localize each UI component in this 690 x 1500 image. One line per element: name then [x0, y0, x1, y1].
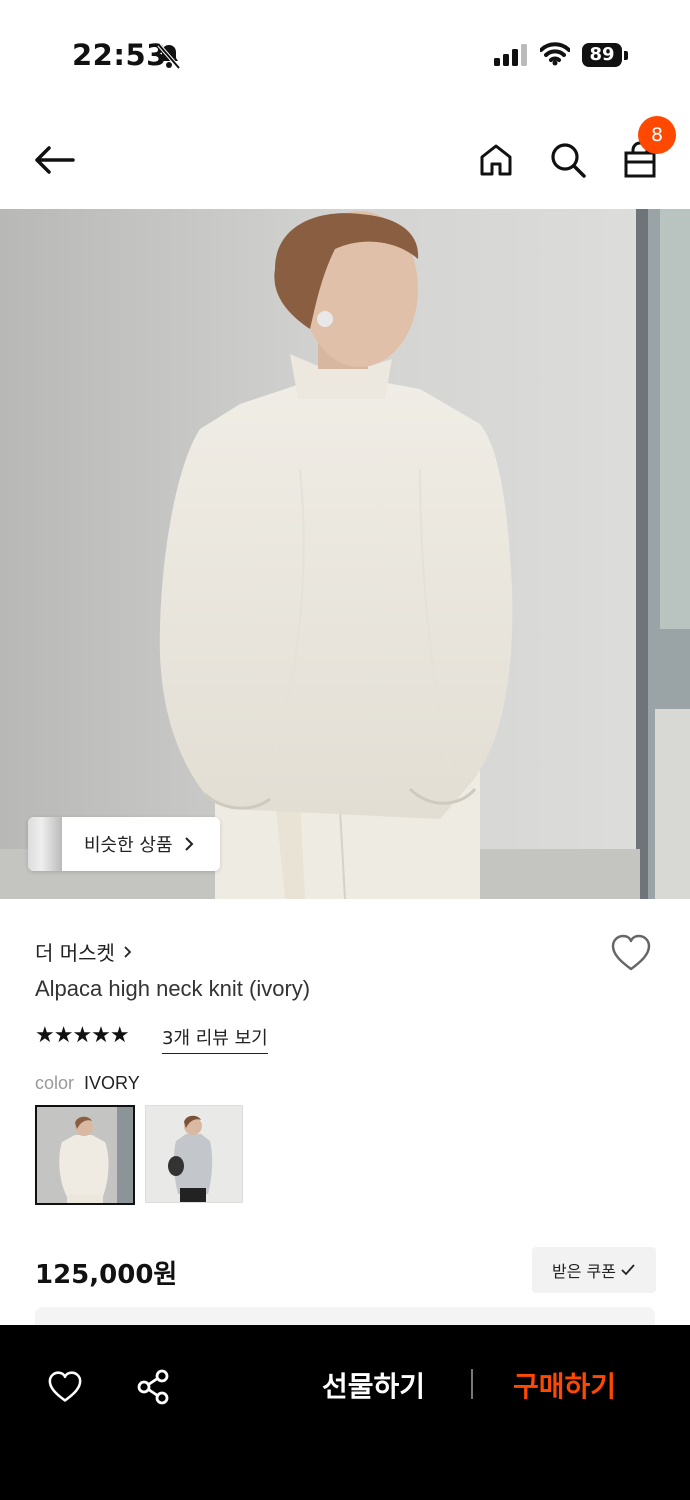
color-swatch-gray[interactable]	[145, 1105, 243, 1203]
divider	[471, 1369, 473, 1399]
coupon-label: 받은 쿠폰	[552, 1262, 616, 1281]
brand-name: 더 머스켓	[35, 941, 115, 965]
similar-products-label: 비슷한 상품	[84, 835, 173, 856]
swatch-ivory-image	[37, 1107, 133, 1203]
wifi-icon	[540, 42, 570, 66]
model-photo	[0, 209, 690, 899]
color-swatch-ivory[interactable]	[35, 1105, 135, 1205]
share-icon	[137, 1369, 169, 1405]
checkmark-icon	[621, 1264, 635, 1276]
gift-button[interactable]: 선물하기	[322, 1365, 425, 1405]
cart-count-badge: 8	[638, 116, 676, 154]
search-button[interactable]	[544, 136, 592, 184]
bell-muted-icon	[157, 43, 181, 70]
status-bar: 22:53 89	[0, 0, 690, 110]
color-row: color IVORY	[35, 1073, 140, 1094]
arrow-left-icon	[35, 146, 75, 174]
rating-stars: ★★★★★	[35, 1023, 130, 1048]
coupon-button[interactable]: 받은 쿠폰	[532, 1247, 656, 1293]
heart-outline-icon	[611, 934, 651, 971]
color-label: color	[35, 1073, 75, 1093]
brand-link[interactable]: 더 머스켓	[35, 937, 133, 966]
product-price: 125,000원	[35, 1260, 178, 1290]
heart-outline-icon	[48, 1371, 82, 1402]
chevron-right-icon	[184, 837, 193, 851]
top-navigation	[0, 110, 690, 208]
color-value: IVORY	[84, 1073, 140, 1093]
like-button[interactable]	[45, 1367, 85, 1407]
status-time: 22:53	[72, 38, 167, 72]
product-image[interactable]	[0, 209, 690, 899]
buy-button[interactable]: 구매하기	[513, 1365, 616, 1405]
chevron-right-icon	[124, 945, 132, 958]
similar-products-button[interactable]: 비슷한 상품	[28, 817, 220, 871]
product-name: Alpaca high neck knit (ivory)	[35, 976, 311, 1001]
wishlist-button[interactable]	[610, 934, 652, 976]
back-button[interactable]	[30, 136, 78, 184]
battery-tip	[624, 51, 628, 60]
home-icon	[480, 144, 512, 176]
reviews-link[interactable]: 3개 리뷰 보기	[162, 1024, 268, 1054]
cellular-signal-icon	[494, 44, 527, 66]
swatch-gray-image	[146, 1106, 242, 1202]
bottom-action-bar: 선물하기 구매하기	[0, 1325, 690, 1500]
home-button[interactable]	[472, 136, 520, 184]
search-icon	[551, 143, 586, 178]
share-button[interactable]	[133, 1367, 173, 1407]
similar-products-thumbnail	[28, 817, 62, 871]
battery-indicator: 89	[582, 43, 622, 67]
